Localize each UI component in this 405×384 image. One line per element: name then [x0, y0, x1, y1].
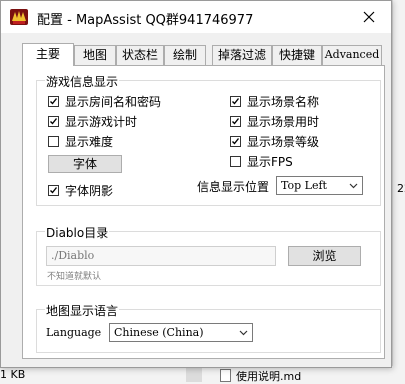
- background-text: 22: [397, 182, 405, 195]
- checkbox-box[interactable]: [48, 96, 59, 107]
- group-title: 地图显示语言: [45, 302, 120, 319]
- checkbox-show-area-name[interactable]: 显示场景名称: [230, 93, 319, 110]
- checkbox-label: 显示难度: [65, 135, 114, 149]
- group-title: 游戏信息显示: [45, 73, 120, 90]
- tab-advanced[interactable]: Advanced: [322, 45, 382, 65]
- font-button[interactable]: 字体: [48, 155, 122, 173]
- checkbox-label: 显示房间名和密码: [65, 95, 162, 109]
- checkbox-label: 显示场景等级: [247, 135, 320, 149]
- group-title: Diablo目录: [45, 224, 110, 241]
- chevron-down-icon: [239, 330, 248, 336]
- background-file-size: 1 KB: [0, 368, 26, 381]
- checkbox-label: 显示游戏计时: [65, 115, 138, 129]
- check-icon: [50, 98, 58, 105]
- checkbox-box[interactable]: [230, 116, 241, 127]
- check-icon: [232, 98, 240, 105]
- tab-drop-filter[interactable]: 掉落过滤: [212, 45, 272, 65]
- checkbox-label: 显示场景名称: [247, 95, 320, 109]
- checkbox-show-game-timer[interactable]: 显示游戏计时: [48, 113, 137, 130]
- check-icon: [232, 138, 240, 145]
- position-label: 信息显示位置: [197, 180, 270, 194]
- game-info-group: 游戏信息显示 显示房间名和密码 显示游戏计时 显示难度 字体 字体阴影 显示场景…: [36, 73, 381, 206]
- tab-statusbar[interactable]: 状态栏: [116, 45, 164, 65]
- background-window-edge: 22: [392, 0, 405, 384]
- window-title: 配置 - MapAssist QQ群941746977: [37, 13, 254, 28]
- position-select[interactable]: Top Left: [276, 176, 363, 195]
- tab-map[interactable]: 地图: [74, 45, 116, 65]
- checkbox-box[interactable]: [48, 116, 59, 127]
- tab-main[interactable]: 主要: [22, 43, 74, 66]
- title-bar[interactable]: 配置 - MapAssist QQ群941746977: [1, 1, 391, 33]
- checkbox-show-difficulty[interactable]: 显示难度: [48, 133, 113, 150]
- chevron-down-icon: [349, 183, 358, 189]
- file-icon: [220, 369, 231, 382]
- checkbox-font-shadow[interactable]: 字体阴影: [48, 182, 113, 199]
- checkbox-show-area-time[interactable]: 显示场景用时: [230, 113, 319, 130]
- tab-draw[interactable]: 绘制: [164, 45, 206, 65]
- browse-button[interactable]: 浏览: [288, 246, 361, 266]
- diablo-path-input[interactable]: ./Diablo: [46, 246, 276, 266]
- checkbox-box[interactable]: [230, 136, 241, 147]
- checkbox-box[interactable]: [48, 185, 59, 196]
- diablo-dir-group: Diablo目录 ./Diablo 浏览 不知道就默认: [36, 224, 381, 286]
- background-scrollbar: [186, 368, 202, 382]
- checkbox-box[interactable]: [230, 156, 241, 167]
- checkbox-box[interactable]: [48, 136, 59, 147]
- language-select-value: Chinese (China): [114, 326, 204, 339]
- close-icon: [363, 11, 375, 23]
- checkbox-label: 显示场景用时: [247, 115, 320, 129]
- tab-panel-main: 游戏信息显示 显示房间名和密码 显示游戏计时 显示难度 字体 字体阴影 显示场景…: [22, 65, 385, 359]
- tab-hotkeys[interactable]: 快捷键: [272, 45, 322, 65]
- position-select-value: Top Left: [281, 179, 327, 192]
- language-label: Language: [46, 326, 102, 339]
- checkbox-show-room-name[interactable]: 显示房间名和密码: [48, 93, 161, 110]
- path-hint: 不知道就默认: [47, 272, 102, 282]
- close-button[interactable]: [347, 1, 391, 33]
- language-select[interactable]: Chinese (China): [109, 323, 253, 342]
- check-icon: [50, 187, 58, 194]
- map-language-group: 地图显示语言 Language Chinese (China): [36, 302, 381, 353]
- checkbox-box[interactable]: [230, 96, 241, 107]
- checkbox-show-area-level[interactable]: 显示场景等级: [230, 133, 319, 150]
- app-logo-icon: [10, 9, 28, 25]
- background-file-name[interactable]: 使用说明.md: [236, 368, 301, 384]
- check-icon: [232, 118, 240, 125]
- config-dialog: 配置 - MapAssist QQ群941746977 主要 地图 状态栏 绘制…: [0, 0, 392, 368]
- background-file-list: 1 KB 使用说明.md: [0, 366, 405, 384]
- checkbox-label: 显示FPS: [247, 155, 293, 169]
- check-icon: [50, 118, 58, 125]
- checkbox-label: 字体阴影: [65, 184, 114, 198]
- checkbox-show-fps[interactable]: 显示FPS: [230, 153, 293, 170]
